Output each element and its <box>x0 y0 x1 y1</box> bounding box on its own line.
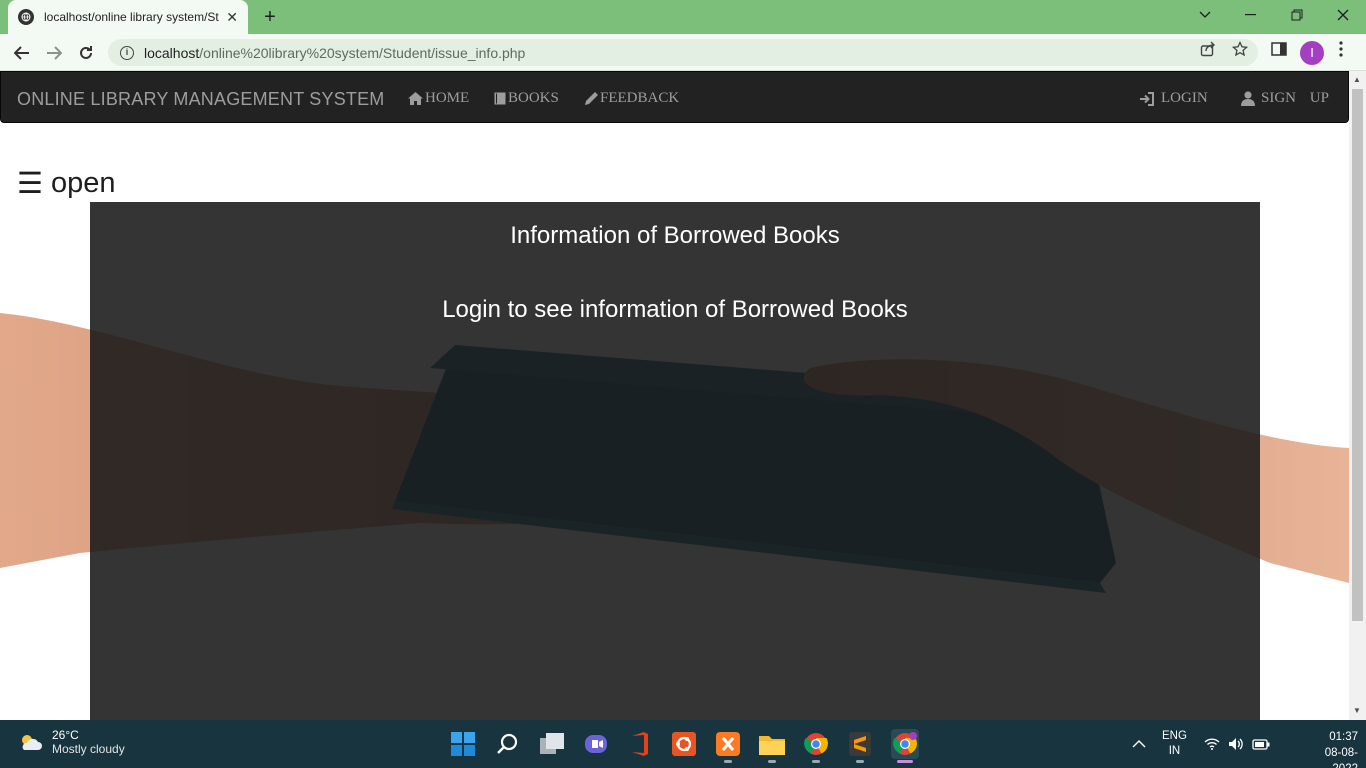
site-navbar: ONLINE LIBRARY MANAGEMENT SYSTEM HOME BO… <box>0 71 1349 123</box>
language-indicator[interactable]: ENG IN <box>1162 720 1187 768</box>
back-arrow-icon[interactable] <box>9 40 35 66</box>
restore-button[interactable] <box>1274 0 1320 30</box>
nav-signup-label: SIGN UP <box>1261 90 1329 106</box>
chrome-profile-icon[interactable] <box>891 729 919 759</box>
address-bar[interactable]: i localhost/online%20library%20system/St… <box>108 39 1258 66</box>
page-viewport: ONLINE LIBRARY MANAGEMENT SYSTEM HOME BO… <box>0 71 1349 720</box>
nav-home[interactable]: HOME <box>408 90 469 107</box>
volume-icon[interactable] <box>1228 720 1244 768</box>
language-code: ENG <box>1162 730 1187 742</box>
sidebar-open-button[interactable]: ☰ open <box>17 166 116 201</box>
minimize-button[interactable] <box>1228 0 1274 30</box>
weather-widget[interactable]: 26°C Mostly cloudy <box>18 728 125 756</box>
chrome-active-indicator <box>897 760 913 763</box>
chevron-down-icon[interactable] <box>1182 0 1228 30</box>
nav-home-label: HOME <box>425 90 470 106</box>
new-tab-button[interactable]: + <box>258 6 282 28</box>
weather-desc: Mostly cloudy <box>52 742 125 756</box>
wifi-icon[interactable] <box>1204 720 1220 768</box>
hamburger-icon: ☰ <box>17 168 43 200</box>
chrome-running-indicator <box>812 760 820 763</box>
bookmark-star-icon[interactable] <box>1231 40 1249 58</box>
windows-start-icon[interactable] <box>450 731 476 757</box>
tab-close-icon[interactable]: ✕ <box>226 9 238 26</box>
battery-icon[interactable] <box>1252 720 1270 768</box>
globe-icon <box>18 9 34 25</box>
taskbar-clock[interactable]: 01:37 08-08-2022 <box>1302 729 1358 768</box>
tab-title: localhost/online library system/St <box>44 10 219 24</box>
nav-login-label: LOGIN <box>1161 90 1208 106</box>
nav-feedback-label: FEEDBACK <box>600 90 680 106</box>
close-window-button[interactable] <box>1320 0 1366 30</box>
url-host: localhost <box>144 44 200 61</box>
login-prompt-message: Login to see information of Borrowed Boo… <box>442 296 908 323</box>
nav-books-label: BOOKS <box>508 90 559 106</box>
sublime-running-indicator <box>856 760 864 763</box>
browser-titlebar: localhost/online library system/St ✕ + <box>0 0 1366 34</box>
url-path: /online%20library%20system/Student/issue… <box>199 44 526 61</box>
office-icon[interactable] <box>627 731 653 757</box>
chrome-icon[interactable] <box>803 731 829 757</box>
login-icon <box>1140 91 1154 106</box>
pencil-icon <box>585 92 598 105</box>
language-region: IN <box>1168 745 1181 757</box>
site-info-icon[interactable]: i <box>120 45 134 60</box>
nav-feedback[interactable]: FEEDBACK <box>585 90 679 107</box>
ubuntu-icon[interactable] <box>671 731 697 757</box>
profile-avatar[interactable]: I <box>1300 41 1324 65</box>
side-panel-icon[interactable] <box>1270 40 1288 58</box>
scroll-up-arrow-icon[interactable]: ▲ <box>1353 75 1361 84</box>
scrollbar-thumb[interactable] <box>1352 89 1363 621</box>
browser-toolbar: i localhost/online%20library%20system/St… <box>0 34 1366 71</box>
browser-tab[interactable]: localhost/online library system/St ✕ <box>8 0 248 34</box>
windows-taskbar: 26°C Mostly cloudy ENG IN 01:37 08-08- <box>0 720 1366 768</box>
panel-title: Information of Borrowed Books <box>510 222 840 249</box>
sidebar-open-label: open <box>51 167 116 199</box>
user-icon <box>1241 91 1255 106</box>
home-icon <box>408 92 423 105</box>
xampp-icon[interactable] <box>715 731 741 757</box>
more-menu-icon[interactable] <box>1332 40 1350 58</box>
borrowed-books-panel: Information of Borrowed Books Login to s… <box>90 202 1260 720</box>
reload-icon[interactable] <box>73 40 99 66</box>
nav-login[interactable]: LOGIN <box>1139 90 1208 107</box>
show-hidden-icons-chevron-up-icon[interactable] <box>1132 720 1146 768</box>
search-icon[interactable] <box>495 731 521 757</box>
forward-arrow-icon[interactable] <box>41 40 67 66</box>
nav-books[interactable]: BOOKS <box>494 90 559 107</box>
site-brand[interactable]: ONLINE LIBRARY MANAGEMENT SYSTEM <box>17 89 385 110</box>
xampp-running-indicator <box>724 760 732 763</box>
file-explorer-icon[interactable] <box>759 731 785 757</box>
clock-date: 08-08-2022 <box>1324 747 1358 768</box>
clock-time: 01:37 <box>1329 731 1358 743</box>
cloudy-weather-icon <box>22 735 42 750</box>
teams-chat-icon[interactable] <box>583 731 609 757</box>
book-icon <box>494 92 506 105</box>
nav-signup[interactable]: SIGN UP <box>1241 90 1329 107</box>
explorer-running-indicator <box>768 760 776 763</box>
task-view-icon[interactable] <box>539 731 565 757</box>
scroll-down-arrow-icon[interactable]: ▼ <box>1353 706 1361 715</box>
page-scrollbar[interactable]: ▲ ▼ <box>1349 71 1366 720</box>
weather-temp: 26°C <box>52 728 79 742</box>
share-icon[interactable] <box>1199 40 1217 58</box>
sublime-text-icon[interactable] <box>847 731 873 757</box>
